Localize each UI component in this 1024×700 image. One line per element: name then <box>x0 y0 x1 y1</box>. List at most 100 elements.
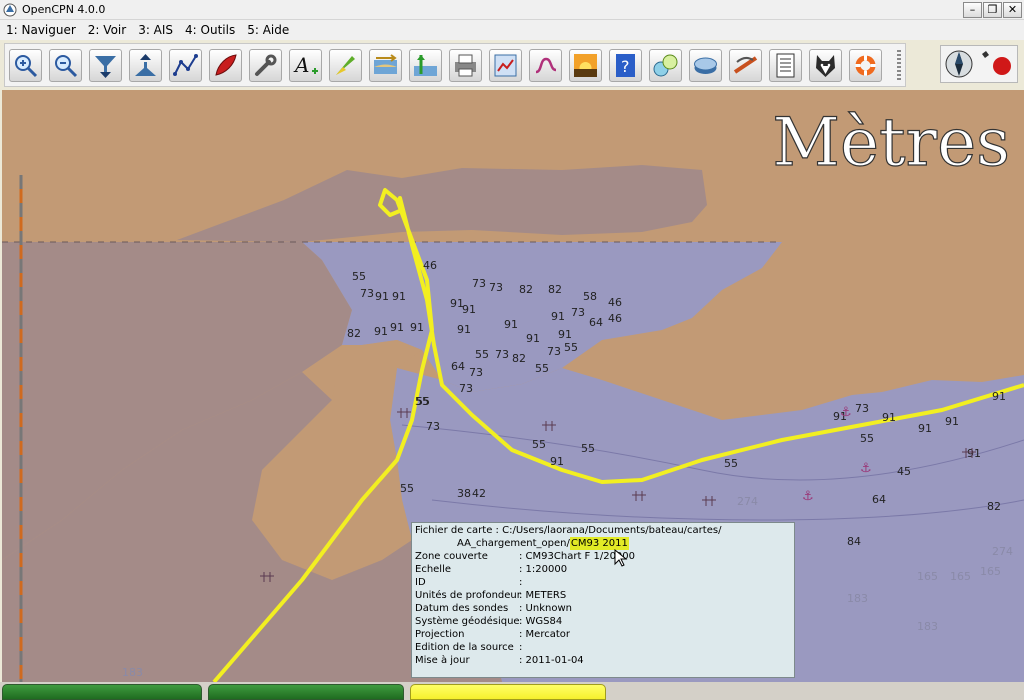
depth-sounding: 46 <box>423 259 437 272</box>
compass-panel[interactable] <box>940 45 1018 83</box>
depth-sounding: 58 <box>583 290 597 303</box>
ais-icon <box>733 55 758 74</box>
depth-sounding: 46 <box>608 296 622 309</box>
zoom-out-icon <box>55 54 78 77</box>
depth-sounding: 91 <box>945 415 959 428</box>
chart-toggle-icon <box>374 53 397 74</box>
mob-button[interactable] <box>849 48 882 82</box>
route-manager-button[interactable] <box>489 48 522 82</box>
chart-bar-segment-3[interactable] <box>410 684 606 700</box>
color-scheme-button[interactable] <box>569 48 602 82</box>
depth-sounding: 55 <box>415 395 429 408</box>
info-key: Unités de profondeur <box>415 590 521 601</box>
info-key: ID <box>415 577 426 588</box>
depth-sounding: 165 <box>950 570 971 583</box>
zoom-out-button[interactable] <box>49 48 82 82</box>
depth-sounding: 91 <box>558 328 572 341</box>
depth-sounding: 91 <box>462 303 476 316</box>
document-button[interactable] <box>769 48 802 82</box>
funnel-down-icon <box>95 55 116 78</box>
info-key: Fichier de carte : <box>415 525 499 536</box>
depth-sounding: 82 <box>548 283 562 296</box>
depth-sounding: 42 <box>472 487 486 500</box>
plugin-button[interactable] <box>689 48 722 82</box>
info-row: Fichier de carte : C:/Users/laorana/Docu… <box>415 524 791 537</box>
funnel-up-icon <box>135 53 156 76</box>
depth-sounding: 64 <box>872 493 886 506</box>
ship-button[interactable] <box>209 48 242 82</box>
depth-sounding: 55 <box>400 482 414 495</box>
depth-sounding: 73 <box>469 366 483 379</box>
info-key: Système géodésique <box>415 616 520 627</box>
depth-sounding: 91 <box>392 290 406 303</box>
window-title: OpenCPN 4.0.0 <box>22 3 106 16</box>
depth-sounding: 82 <box>512 352 526 365</box>
ais-button[interactable] <box>729 48 762 82</box>
close-button[interactable]: ✕ <box>1003 2 1022 18</box>
document-icon <box>776 53 795 77</box>
depth-sounding: 91 <box>457 323 471 336</box>
menu-ais[interactable]: 3: AIS <box>132 23 179 37</box>
depth-sounding: 73 <box>855 402 869 415</box>
depth-sounding: 55 <box>475 348 489 361</box>
svg-text:?: ? <box>621 57 630 76</box>
chart-groups-button[interactable] <box>649 48 682 82</box>
info-key: Zone couverte <box>415 551 488 562</box>
depth-units-label: Mètres <box>772 104 1010 181</box>
depth-sounding: 55 <box>564 341 578 354</box>
depth-sounding: 91 <box>390 321 404 334</box>
menu-outils[interactable]: 4: Outils <box>179 23 241 37</box>
svg-text:A: A <box>293 53 309 77</box>
info-row: Unités de profondeur: METERS <box>415 589 791 602</box>
info-row: AA_chargement_open/CM93 2011 <box>415 537 791 550</box>
depth-sounding: 73 <box>571 306 585 319</box>
anchor-symbol: ⚓ <box>802 489 814 504</box>
tide-button[interactable] <box>409 48 442 82</box>
depth-sounding: 183 <box>122 666 143 679</box>
depth-sounding: 91 <box>410 321 424 334</box>
dashboard-button[interactable] <box>809 48 842 82</box>
chart-toggle-button[interactable] <box>369 48 402 82</box>
lifebuoy-icon <box>855 55 876 75</box>
depth-sounding: 82 <box>519 283 533 296</box>
depth-sounding: 64 <box>451 360 465 373</box>
depth-sounding: 91 <box>882 411 896 424</box>
settings-button[interactable] <box>249 48 282 82</box>
info-value: : Unknown <box>519 603 572 614</box>
help-button[interactable]: ? <box>609 48 642 82</box>
anchor-symbol: ⚓ <box>860 461 872 476</box>
depth-sounding: 73 <box>547 345 561 358</box>
chart-bar-segment-2[interactable] <box>208 684 404 700</box>
depth-sounding: 82 <box>347 327 361 340</box>
menu-naviguer[interactable]: 1: Naviguer <box>0 23 82 37</box>
text-button[interactable]: A <box>289 48 322 82</box>
depth-sounding: 55 <box>581 442 595 455</box>
menu-aide[interactable]: 5: Aide <box>241 23 295 37</box>
route-button[interactable] <box>169 48 202 82</box>
info-row: Zone couverte: CM93Chart F 1/20000 <box>415 550 791 563</box>
gps-button[interactable] <box>329 48 362 82</box>
disk-icon <box>694 57 717 74</box>
zoom-in-button[interactable] <box>9 48 42 82</box>
chart-info-panel: Fichier de carte : C:/Users/laorana/Docu… <box>411 522 795 678</box>
scale-down-button[interactable] <box>89 48 122 82</box>
depth-sounding: 274 <box>992 545 1013 558</box>
zoom-in-icon <box>15 54 38 77</box>
minimize-button[interactable]: – <box>963 2 982 18</box>
depth-sounding: 165 <box>980 565 1001 578</box>
chart-bar-segment-1[interactable] <box>2 684 202 700</box>
info-value: : 1:20000 <box>519 564 568 575</box>
wrench-icon <box>255 54 277 76</box>
track-button[interactable] <box>529 48 562 82</box>
menu-voir[interactable]: 2: Voir <box>82 23 132 37</box>
main-toolbar: A ? <box>4 43 906 87</box>
gps-status-icon <box>982 51 1011 75</box>
toolbar-grip[interactable] <box>897 50 901 80</box>
depth-sounding: 165 <box>917 570 938 583</box>
depth-sounding: 73 <box>495 348 509 361</box>
chart-groups-icon <box>653 54 678 76</box>
print-button[interactable] <box>449 48 482 82</box>
maximize-button[interactable]: ❐ <box>983 2 1002 18</box>
scale-up-button[interactable] <box>129 48 162 82</box>
depth-sounding: 183 <box>847 592 868 605</box>
